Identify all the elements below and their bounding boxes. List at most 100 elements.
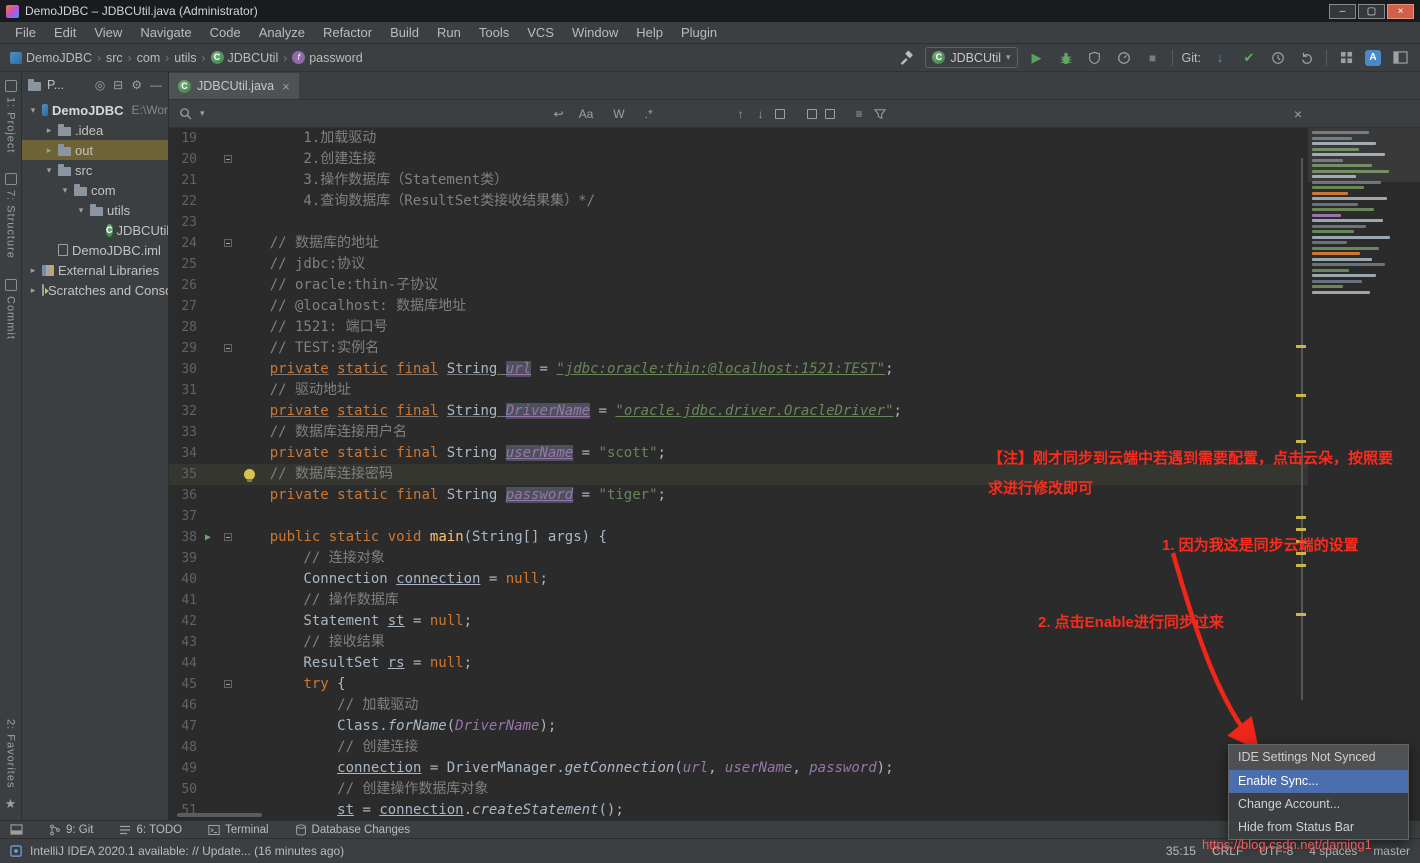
tree-item-com[interactable]: ▾ com xyxy=(22,180,168,200)
code-text[interactable]: 3.操作数据库（Statement类） xyxy=(236,170,1420,191)
gutter[interactable]: 35 xyxy=(169,464,236,485)
code-text[interactable]: // 数据库的地址 xyxy=(236,233,1420,254)
profiler-button[interactable] xyxy=(1114,48,1134,68)
code-text[interactable] xyxy=(236,212,1420,233)
gutter[interactable]: 33 xyxy=(169,422,236,443)
close-button[interactable]: × xyxy=(1387,3,1414,19)
gear-icon[interactable]: ⚙ xyxy=(131,78,142,92)
menu-analyze[interactable]: Analyze xyxy=(250,22,314,43)
tool-window-button-terminal[interactable]: Terminal xyxy=(208,824,269,836)
gutter[interactable]: 19 xyxy=(169,128,236,149)
gutter[interactable]: 50 xyxy=(169,779,236,800)
gutter[interactable]: 40 xyxy=(169,569,236,590)
git-update-icon[interactable]: ↓ xyxy=(1210,48,1230,68)
git-commit-icon[interactable]: ✔ xyxy=(1239,48,1259,68)
gutter[interactable]: 38 ▶ xyxy=(169,527,236,548)
gutter[interactable]: 51 xyxy=(169,800,236,820)
find-bar-close-icon[interactable]: × xyxy=(1294,106,1302,122)
tree-item-jdbcutil[interactable]: C JDBCUtil xyxy=(22,220,168,240)
fold-icon[interactable] xyxy=(224,239,232,247)
tree-item-external-libraries[interactable]: ▸ External Libraries xyxy=(22,260,168,280)
code-text[interactable]: // jdbc:协议 xyxy=(236,254,1420,275)
minimize-button[interactable]: – xyxy=(1329,3,1356,19)
gutter[interactable]: 39 xyxy=(169,548,236,569)
stop-button[interactable]: ■ xyxy=(1143,48,1163,68)
code-text[interactable]: 2.创建连接 xyxy=(236,149,1420,170)
code-text[interactable]: Statement st = null; xyxy=(236,611,1420,632)
code-text[interactable]: // oracle:thin-子协议 xyxy=(236,275,1420,296)
newline-icon[interactable]: ↩ xyxy=(551,107,567,121)
breadcrumb-item-demojdbc[interactable]: DemoJDBC xyxy=(10,51,92,65)
code-text[interactable]: Class.forName(DriverName); xyxy=(236,716,1420,737)
vcs-change-mark[interactable] xyxy=(1296,394,1306,397)
tree-item-utils[interactable]: ▾ utils xyxy=(22,200,168,220)
menu-refactor[interactable]: Refactor xyxy=(314,22,381,43)
vcs-change-mark[interactable] xyxy=(1296,564,1306,567)
minimap-viewport[interactable] xyxy=(1308,128,1420,182)
gutter[interactable]: 44 xyxy=(169,653,236,674)
locate-icon[interactable]: ◎ xyxy=(95,78,105,92)
popup-item-change-account[interactable]: Change Account... xyxy=(1229,793,1408,816)
tool-window-button-9-git[interactable]: 9: Git xyxy=(49,824,93,836)
collapse-all-icon[interactable]: ⊟ xyxy=(113,78,123,92)
status-item-35-15[interactable]: 35:15 xyxy=(1166,844,1196,858)
horizontal-scrollbar[interactable] xyxy=(177,813,262,817)
tool-strip-button-1-project[interactable]: 1: Project xyxy=(4,80,17,153)
menu-edit[interactable]: Edit xyxy=(45,22,85,43)
gutter[interactable]: 21 xyxy=(169,170,236,191)
error-stripe[interactable] xyxy=(1294,128,1308,820)
scrollbar-thumb[interactable] xyxy=(1301,158,1303,700)
tree-arrow-icon[interactable]: ▾ xyxy=(76,205,86,216)
gutter[interactable]: 29 xyxy=(169,338,236,359)
popup-item-enable-sync[interactable]: Enable Sync... xyxy=(1229,770,1408,793)
code-text[interactable]: // 驱动地址 xyxy=(236,380,1420,401)
gutter[interactable]: 43 xyxy=(169,632,236,653)
code-text[interactable]: // 数据库连接用户名 xyxy=(236,422,1420,443)
filter-funnel-icon[interactable] xyxy=(873,108,886,120)
select-all-occurrences-icon[interactable] xyxy=(774,108,785,119)
run-line-icon[interactable]: ▶ xyxy=(205,527,211,548)
menu-view[interactable]: View xyxy=(85,22,131,43)
favorites-star-icon[interactable]: ★ xyxy=(5,796,17,812)
minimap[interactable] xyxy=(1308,128,1420,820)
menu-build[interactable]: Build xyxy=(381,22,428,43)
search-input[interactable] xyxy=(212,103,543,124)
code-text[interactable]: // 操作数据库 xyxy=(236,590,1420,611)
tool-strip-button-commit[interactable]: Commit xyxy=(4,279,17,340)
status-message[interactable]: IntelliJ IDEA 2020.1 available: // Updat… xyxy=(30,844,344,858)
layout-icon[interactable] xyxy=(1390,48,1410,68)
menu-run[interactable]: Run xyxy=(428,22,470,43)
code-text[interactable]: private static final String password = "… xyxy=(236,485,1420,506)
find-toggle-aa[interactable]: Aa xyxy=(575,107,598,121)
code-text[interactable]: try { xyxy=(236,674,1420,695)
rollback-undo-icon[interactable] xyxy=(1297,48,1317,68)
tree-arrow-icon[interactable]: ▸ xyxy=(44,125,54,136)
previous-occurrence-icon[interactable]: ↑ xyxy=(735,107,747,121)
menu-vcs[interactable]: VCS xyxy=(518,22,563,43)
vcs-change-mark[interactable] xyxy=(1296,440,1306,443)
fold-icon[interactable] xyxy=(224,680,232,688)
code-text[interactable]: // 1521: 端口号 xyxy=(236,317,1420,338)
hide-panel-icon[interactable]: — xyxy=(150,78,162,92)
code-text[interactable]: // 接收结果 xyxy=(236,632,1420,653)
breadcrumb-item-utils[interactable]: utils xyxy=(174,51,196,65)
gutter[interactable]: 48 xyxy=(169,737,236,758)
maximize-button[interactable]: ▢ xyxy=(1358,3,1385,19)
menu-tools[interactable]: Tools xyxy=(470,22,518,43)
menu-navigate[interactable]: Navigate xyxy=(131,22,200,43)
tree-item-scratches-and-consoles[interactable]: ▸ Scratches and Consoles xyxy=(22,280,168,300)
build-hammer-icon[interactable] xyxy=(896,48,916,68)
tree-item-demojdbc[interactable]: ▾ DemoJDBC E:\Wor xyxy=(22,100,168,120)
code-text[interactable]: 4.查询数据库（ResultSet类接收结果集）*/ xyxy=(236,191,1420,212)
code-text[interactable]: Connection connection = null; xyxy=(236,569,1420,590)
breadcrumb-item-com[interactable]: com xyxy=(137,51,161,65)
gutter[interactable]: 23 xyxy=(169,212,236,233)
menu-code[interactable]: Code xyxy=(201,22,250,43)
update-notification-icon[interactable] xyxy=(10,845,22,857)
code-text[interactable]: // @localhost: 数据库地址 xyxy=(236,296,1420,317)
gutter[interactable]: 22 xyxy=(169,191,236,212)
gutter[interactable]: 34 xyxy=(169,443,236,464)
code-text[interactable]: 1.加载驱动 xyxy=(236,128,1420,149)
code-text[interactable] xyxy=(236,506,1420,527)
gutter[interactable]: 26 xyxy=(169,275,236,296)
